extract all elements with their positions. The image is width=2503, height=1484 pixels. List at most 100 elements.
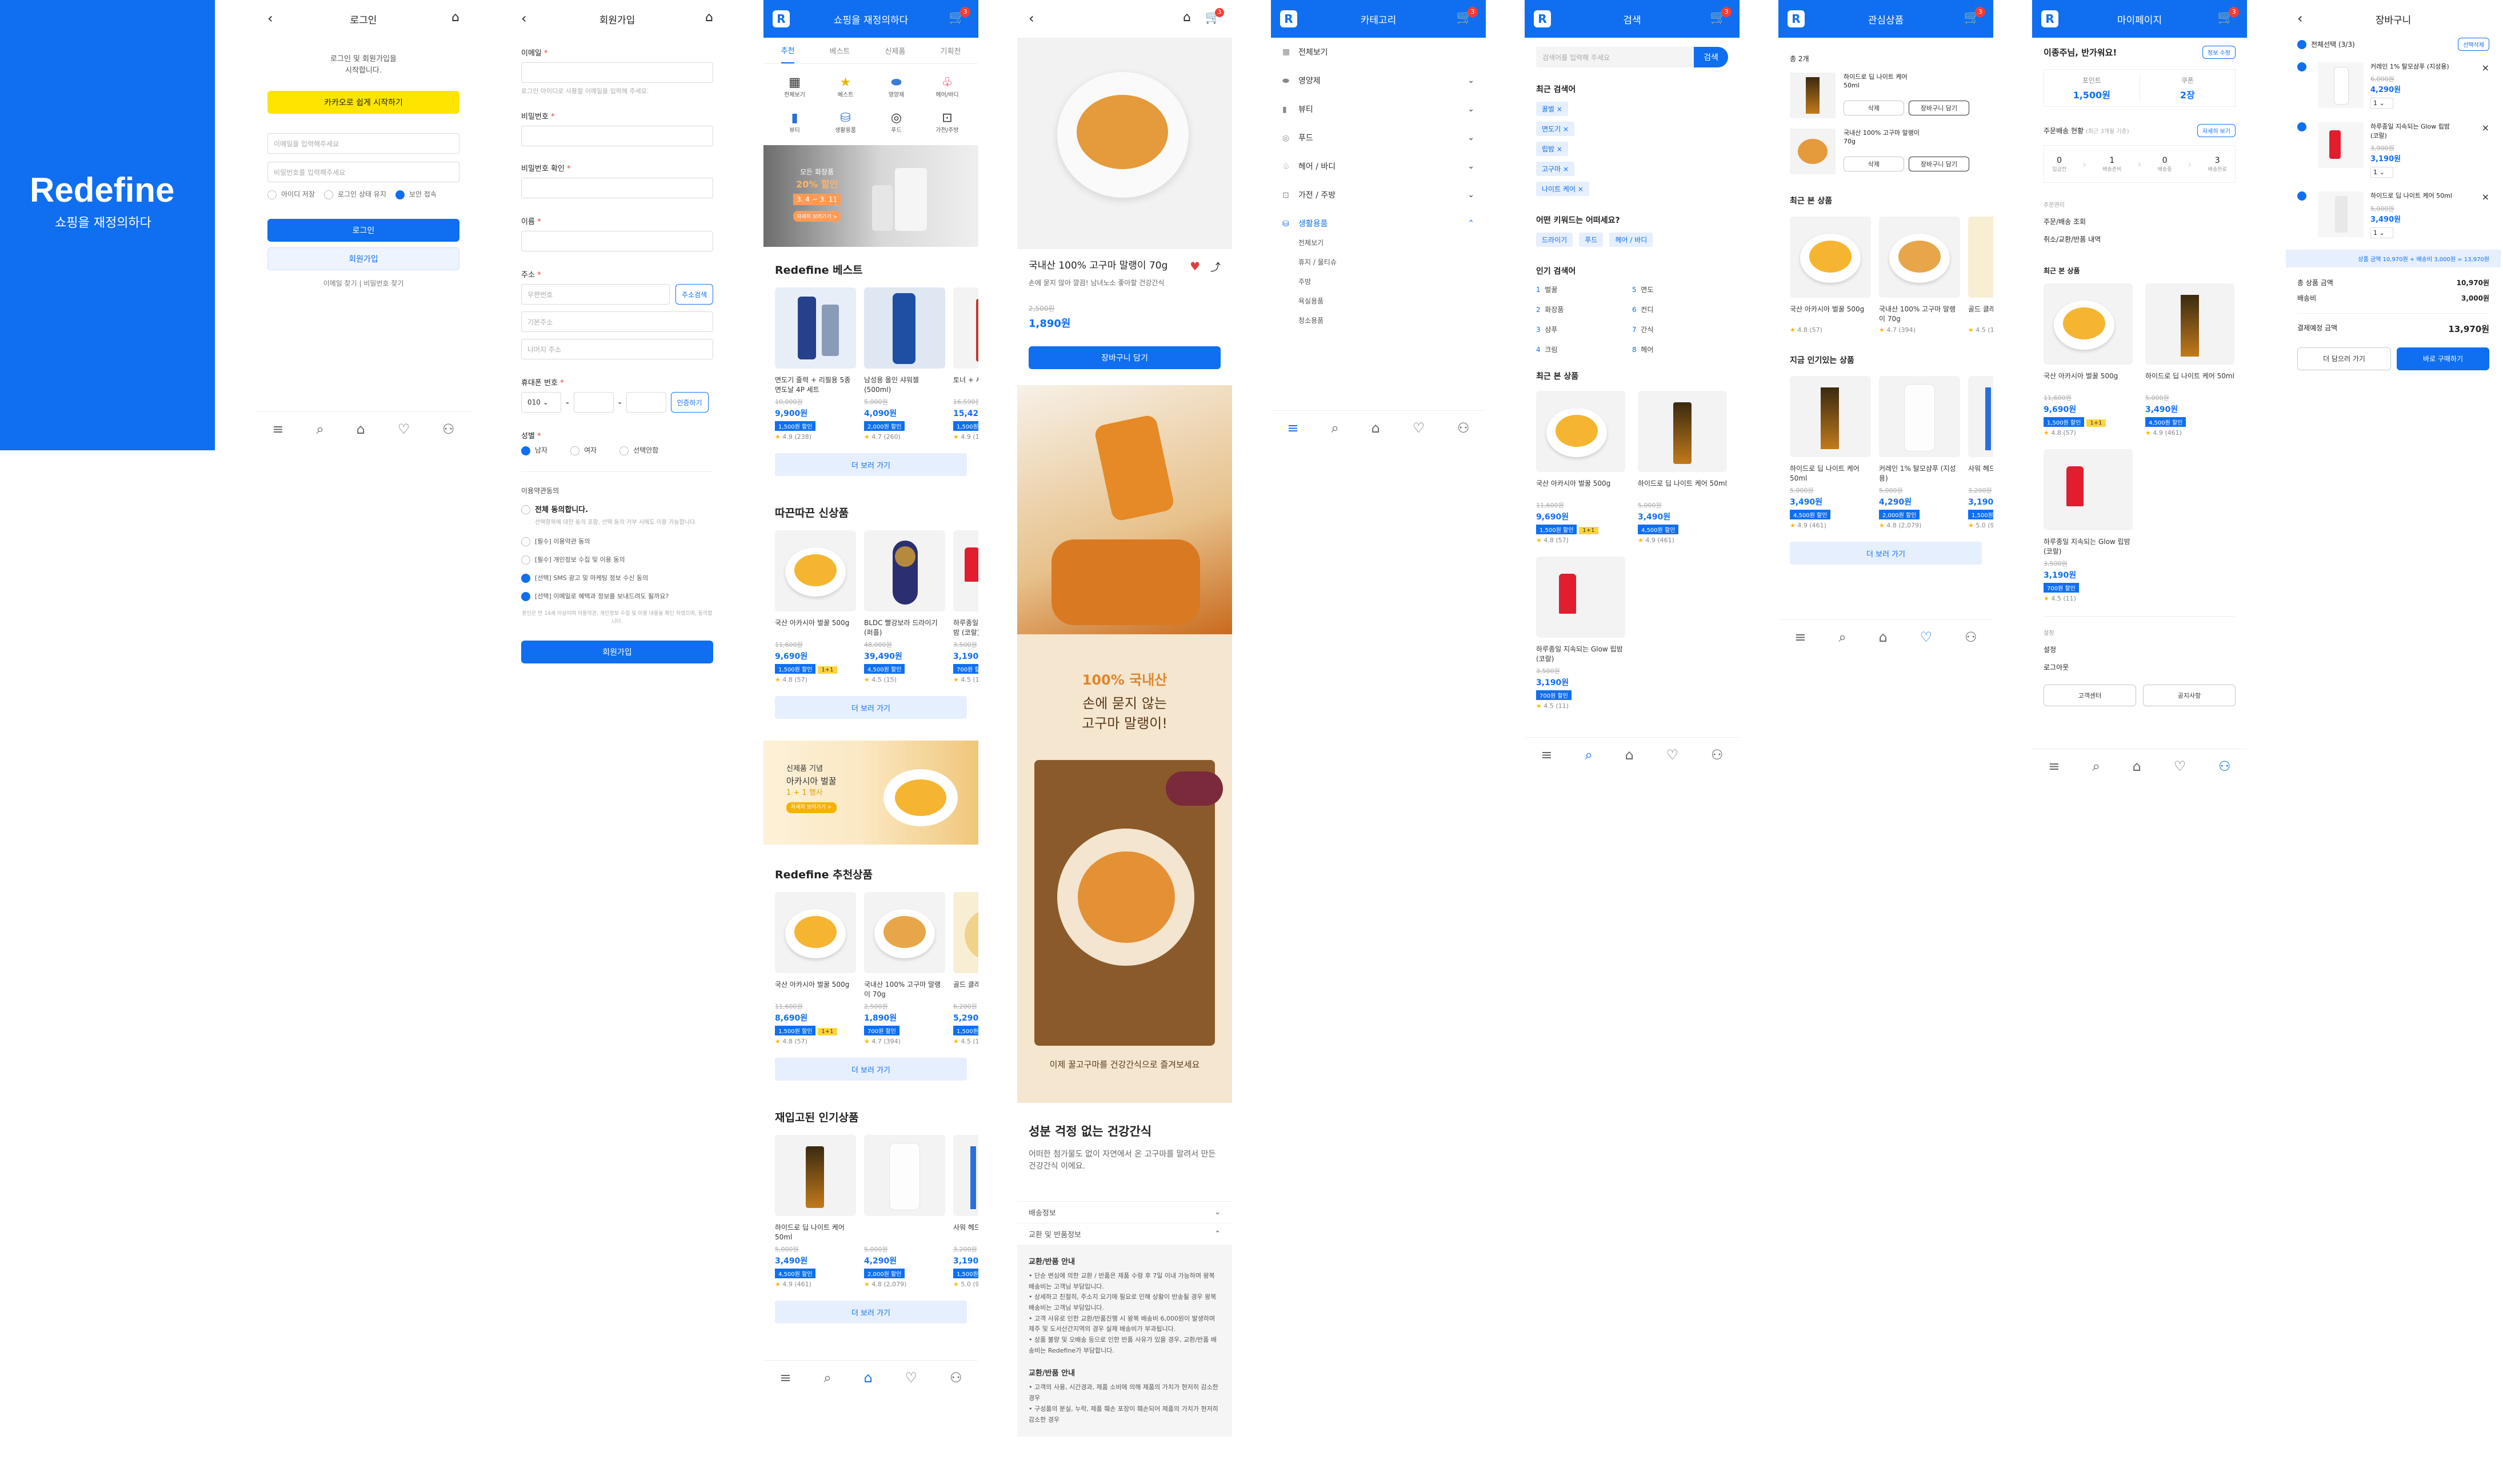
subcategory-item[interactable]: 주방 [1298, 277, 1474, 296]
keyword-chip[interactable]: 헤어 / 바디 [1609, 233, 1653, 247]
item-checkbox[interactable] [2297, 62, 2306, 71]
cart-button[interactable]: 🛒 3 [949, 7, 970, 29]
heart-icon[interactable]: ♡ [1413, 420, 1425, 436]
cart-button[interactable]: 🛒 3 [1710, 7, 1732, 29]
more-button[interactable]: 더 보러 가기 [775, 696, 967, 719]
user-icon[interactable]: ⚇ [1965, 629, 1977, 645]
heart-icon[interactable]: ♡ [1666, 747, 1679, 763]
promo-button[interactable]: 자세히 보러가기 > [793, 211, 841, 222]
more-button[interactable]: 더 보러 가기 [1790, 542, 1982, 565]
order-stage[interactable]: 0 배송중 [2158, 156, 2172, 173]
order-stage[interactable]: 0 입금전 [2052, 156, 2066, 173]
menu-icon[interactable]: ≡ [1541, 747, 1552, 763]
agree-all-checkbox[interactable]: 전체 동의합니다. [521, 503, 713, 514]
product-card[interactable]: 토너 + 세럼 한 번에 세트16,590원15,420원1,500원 할인★ … [953, 287, 978, 441]
find-account-link[interactable]: 이메일 찾기 | 비밀번호 찾기 [256, 278, 471, 288]
cart-item[interactable]: 하이드로 딥 나이트 케어 50ml 5,000원 3,490원 1 ⌄ × [2297, 191, 2489, 238]
delete-button[interactable]: 삭제 [1844, 156, 1904, 171]
signup-button[interactable]: 회원가입 [267, 247, 459, 270]
cat-living[interactable]: ⛁ 생활용품 [820, 111, 871, 134]
cart-icon[interactable]: 🛒 3 [1205, 8, 1224, 25]
logout-item[interactable]: 로그아웃 [2044, 662, 2236, 672]
subcategory-item[interactable]: 휴지 / 물티슈 [1298, 257, 1474, 277]
home-icon[interactable]: ⌂ [1879, 629, 1888, 645]
save-id-checkbox[interactable]: 아이디 저장 [267, 189, 315, 199]
product-card[interactable]: 5,000원 4,290원 2,000원 할인 ★ 4.8 (2,079) [864, 1135, 945, 1288]
product-card[interactable]: 골드 클래식 50g★ 4.5 (10) [1968, 217, 1993, 334]
add-to-cart-button[interactable]: 장바구니 담기 [1029, 346, 1221, 369]
order-detail-button[interactable]: 자세히 보기 [2197, 124, 2236, 137]
user-icon[interactable]: ⚇ [442, 421, 455, 437]
keep-login-checkbox[interactable]: 로그인 상태 유지 [324, 189, 386, 199]
quantity-select[interactable]: 1 ⌄ [2370, 98, 2393, 109]
product-card[interactable]: 하이드로 딥 나이트 케어 50ml 5,000원 3,490원 4,500원 할인 ★… [1638, 391, 1727, 544]
tab-best[interactable]: 베스트 [830, 45, 850, 56]
home-icon[interactable]: ⌂ [1625, 747, 1634, 763]
logo-icon[interactable]: R [2041, 10, 2058, 27]
order-stage[interactable]: 1 배송준비 [2102, 156, 2121, 173]
more-button[interactable]: 더 보러 가기 [775, 1058, 967, 1081]
product-card[interactable]: 국산 아카시아 벌꿀 500g 11,600원 8,690원 1,500원 할인 1+1… [775, 892, 856, 1045]
popular-item[interactable]: 5 면도 [1632, 285, 1728, 294]
category-item[interactable]: ♧ 헤어 / 바디 ⌄ [1282, 152, 1474, 181]
secure-checkbox[interactable]: 보안 접속 [395, 189, 437, 199]
product-card[interactable]: 남성용 올인 샤워젤 (500ml) 5,000원 4,090원 2,000원 할인 ★… [864, 287, 945, 441]
cat-food[interactable]: ◎ 푸드 [871, 111, 922, 134]
logo-icon[interactable]: R [1788, 10, 1805, 27]
wish-item[interactable]: 하이드로 딥 나이트 케어 50ml 삭제 장바구니 담기 [1790, 73, 1982, 118]
term-2[interactable]: [필수] 개인정보 수집 및 이용 동의 [521, 555, 713, 565]
phone-prefix-select[interactable]: 010 ⌄ [521, 392, 561, 413]
product-card[interactable]: 커레인 1% 탈모샴푸 (지성용) 5,000원 4,290원 2,000원 할인 ★ … [1879, 376, 1960, 529]
product-card[interactable]: 사워 헤드 (3P)3,200원3,190원1,500원 할인★ 5.0 (99… [953, 1135, 978, 1288]
menu-icon[interactable]: ≡ [1287, 420, 1298, 436]
popular-item[interactable]: 2 화장품 [1536, 305, 1632, 314]
product-card[interactable]: BLDC 빨강보라 드라이기 (퍼플) 48,000원 39,490원 4,500원 … [864, 530, 945, 683]
search-icon[interactable]: ⌕ [2092, 758, 2100, 774]
home-icon[interactable]: ⌂ [1372, 420, 1380, 436]
cat-all[interactable]: ▦ 전체보기 [769, 75, 820, 98]
product-card[interactable]: 하이드로 딥 나이트 케어 50ml 5,000원 3,490원 4,500원 할인 ★… [1790, 376, 1871, 529]
heart-icon[interactable]: ♡ [1920, 629, 1933, 645]
delete-button[interactable]: 삭제 [1844, 100, 1904, 115]
edit-profile-button[interactable]: 정보 수정 [2202, 46, 2236, 59]
cat-supplement[interactable]: ⬬ 영양제 [871, 75, 922, 98]
settings-item[interactable]: 설정 [2044, 645, 2236, 654]
popular-item[interactable]: 6 컨디 [1632, 305, 1728, 314]
subcategory-item[interactable]: 청소용품 [1298, 315, 1474, 335]
product-card[interactable]: 국산 아카시아 벌꿀 500g 11,600원 9,690원 1,500원 할인 1+1… [2044, 283, 2133, 437]
cat-beauty[interactable]: ▮ 뷰티 [769, 111, 820, 134]
heart-icon[interactable]: ♡ [398, 421, 410, 437]
email-input[interactable]: 이메일을 입력해주세요 [267, 133, 459, 154]
category-item[interactable]: ▦ 전체보기 [1282, 38, 1474, 66]
item-checkbox[interactable] [2297, 122, 2306, 132]
back-icon[interactable]: ‹ [2297, 10, 2303, 26]
popular-item[interactable]: 8 헤어 [1632, 345, 1728, 354]
order-menu-item[interactable]: 취소/교환/반품 내역 [2044, 234, 2236, 244]
search-icon[interactable]: ⌕ [316, 421, 323, 437]
product-card[interactable]: 골드 클래식 맥주 50g6,200원5,290원1,500원 할인★ 4.5 … [953, 892, 978, 1045]
product-card[interactable]: 하루종일 지속되는 Glow 립밤 (코랄)3,500원3,190원700원 할… [953, 530, 978, 683]
menu-icon[interactable]: ≡ [779, 1370, 791, 1386]
popular-item[interactable]: 4 크림 [1536, 345, 1632, 354]
product-card[interactable]: 하루종일 지속되는 Glow 립밤 (코랄)3,500원3,190원700원 할… [1536, 557, 1625, 710]
point-stat[interactable]: 포인트 1,500원 [2044, 75, 2140, 101]
recent-chip[interactable]: 립밤 × [1536, 142, 1568, 156]
product-card[interactable]: 하루종일 지속되는 Glow 립밤 (코랄)3,500원3,190원700원 할… [2044, 449, 2133, 602]
search-icon[interactable]: ⌕ [1585, 747, 1592, 763]
keyword-chip[interactable]: 드라이기 [1536, 233, 1573, 247]
tab-event[interactable]: 기획전 [941, 45, 961, 56]
back-icon[interactable]: ‹ [267, 10, 273, 26]
category-item[interactable]: ◎ 푸드 ⌄ [1282, 123, 1474, 152]
cat-best[interactable]: ★ 베스트 [820, 75, 871, 98]
more-button[interactable]: 더 보러 가기 [775, 1301, 967, 1323]
user-icon[interactable]: ⚇ [1457, 420, 1470, 436]
tab-recommend[interactable]: 추천 [781, 45, 795, 63]
gender-none-radio[interactable]: 선택안함 [619, 445, 658, 455]
buy-now-button[interactable]: 바로 구매하기 [2397, 347, 2489, 370]
order-stage[interactable]: 3 배송완료 [2208, 156, 2227, 173]
address2-field[interactable]: 나머지 주소 [521, 339, 713, 359]
term-1[interactable]: [필수] 이용약관 동의 [521, 537, 713, 546]
logo-icon[interactable]: R [773, 10, 790, 27]
honey-button[interactable]: 자세히 보러가기 > [786, 802, 837, 813]
user-icon[interactable]: ⚇ [2218, 758, 2231, 774]
